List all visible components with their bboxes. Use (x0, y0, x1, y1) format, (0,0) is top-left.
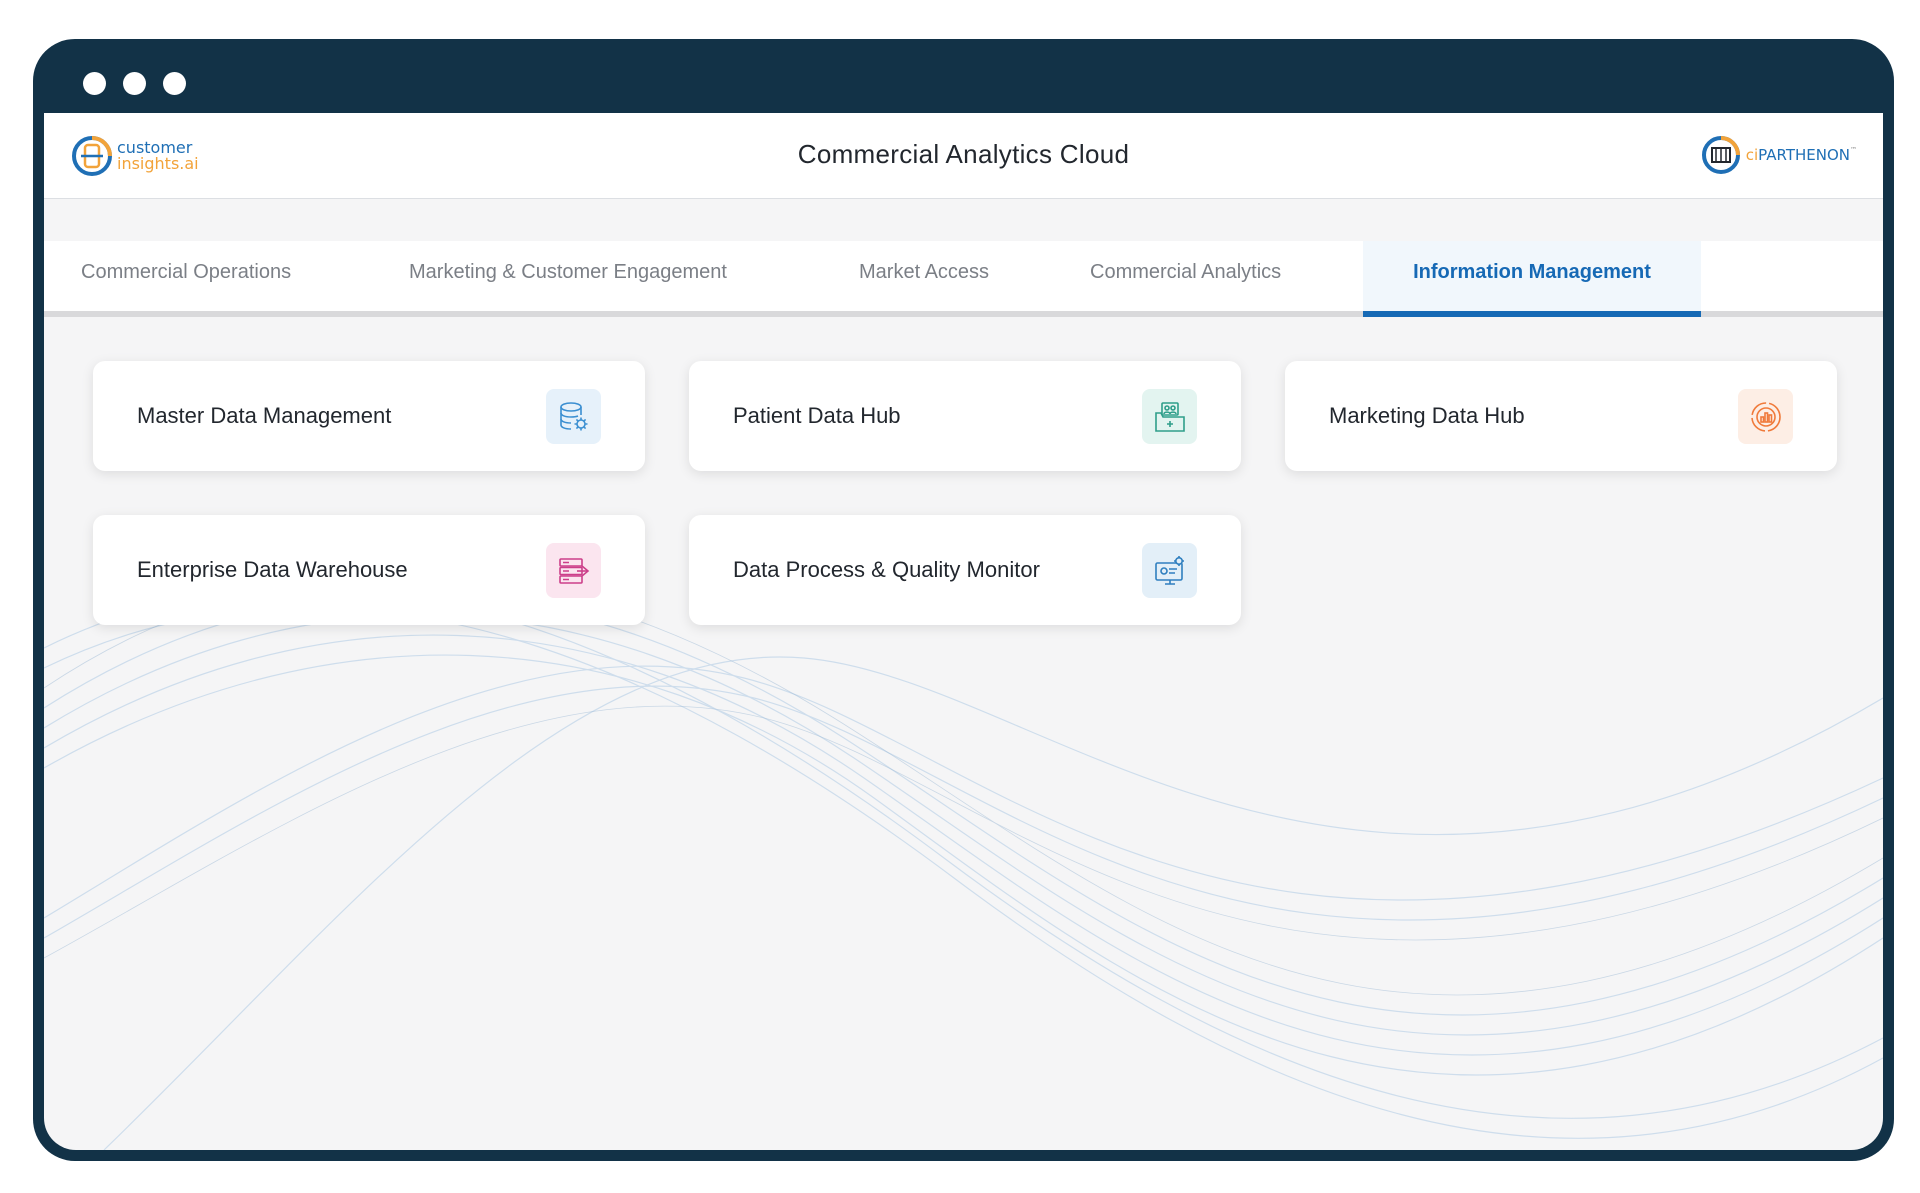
card-label: Master Data Management (137, 403, 392, 428)
database-gear-icon (546, 389, 601, 444)
card-master-data-management[interactable]: Master Data Management (93, 361, 645, 471)
window-minimize-button[interactable] (123, 72, 146, 95)
brand-name: PARTHENON (1758, 146, 1850, 164)
browser-window: customer insights.ai Commercial Analytic… (33, 39, 1894, 1161)
marketing-target-chart-icon (1738, 389, 1793, 444)
trademark: ™ (1850, 146, 1857, 154)
card-label: Data Process & Quality Monitor (733, 557, 1040, 582)
card-label: Marketing Data Hub (1329, 403, 1525, 428)
window-controls (83, 72, 186, 95)
tab-information-management[interactable]: Information Management (1363, 241, 1701, 317)
section-tabs: Commercial Operations Marketing & Custom… (44, 241, 1883, 317)
parthenon-logo-icon (1701, 136, 1740, 174)
card-label: Enterprise Data Warehouse (137, 557, 408, 582)
card-enterprise-data-warehouse[interactable]: Enterprise Data Warehouse (93, 515, 645, 625)
patient-records-icon (1142, 389, 1197, 444)
brand-prefix: ci (1745, 146, 1759, 164)
parthenon-logo[interactable]: ciPARTHENON™ (1700, 134, 1857, 176)
tab-market-access[interactable]: Market Access (859, 241, 989, 311)
app-viewport: customer insights.ai Commercial Analytic… (44, 113, 1883, 1150)
window-close-button[interactable] (83, 72, 106, 95)
card-marketing-data-hub[interactable]: Marketing Data Hub (1285, 361, 1837, 471)
card-label: Patient Data Hub (733, 403, 901, 428)
card-patient-data-hub[interactable]: Patient Data Hub (689, 361, 1241, 471)
tab-commercial-operations[interactable]: Commercial Operations (81, 241, 291, 311)
card-data-process-quality-monitor[interactable]: Data Process & Quality Monitor (689, 515, 1241, 625)
tab-commercial-analytics[interactable]: Commercial Analytics (1090, 241, 1281, 311)
window-maximize-button[interactable] (163, 72, 186, 95)
tab-marketing-customer-engagement[interactable]: Marketing & Customer Engagement (409, 241, 727, 311)
monitor-gear-icon (1142, 543, 1197, 598)
page-title: Commercial Analytics Cloud (797, 139, 1130, 169)
server-stack-icon (546, 543, 601, 598)
app-header: customer insights.ai Commercial Analytic… (44, 113, 1883, 199)
